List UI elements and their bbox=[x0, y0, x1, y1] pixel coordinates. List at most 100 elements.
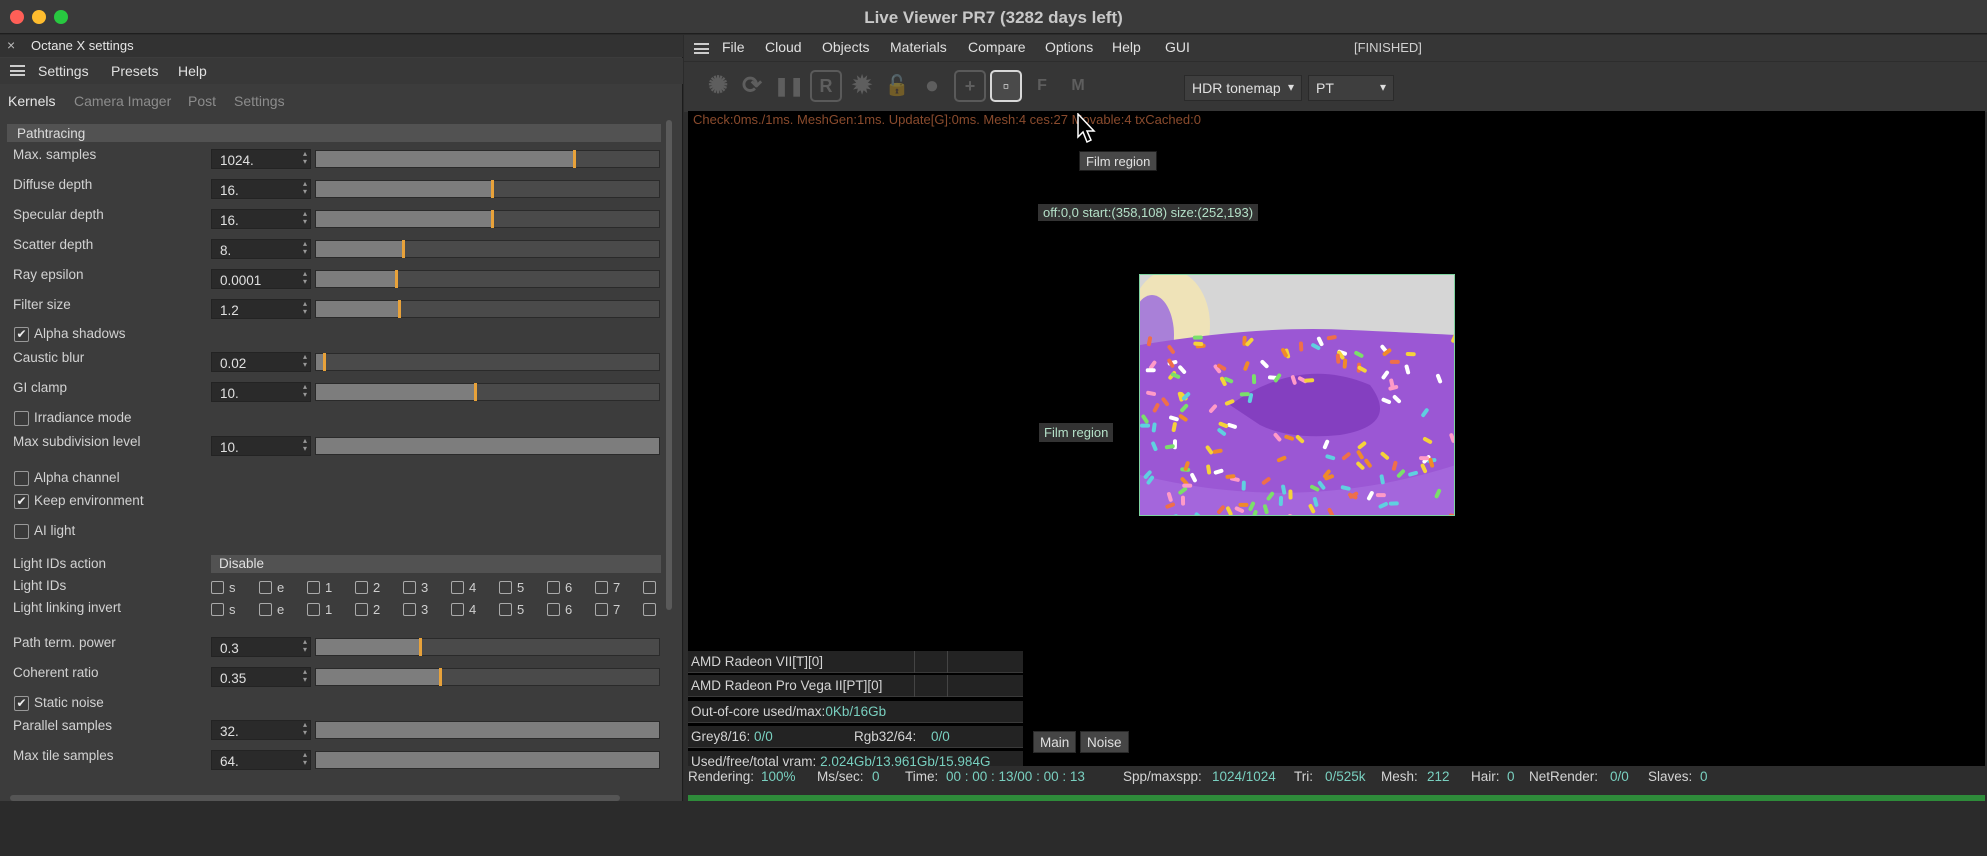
caustic-blur-field[interactable]: 0.02 bbox=[211, 352, 311, 372]
keep-environment-checkbox[interactable]: ✔ bbox=[14, 494, 29, 509]
max-samples-field[interactable]: 1024. bbox=[211, 149, 311, 169]
menu-objects[interactable]: Objects bbox=[822, 39, 869, 55]
close-icon[interactable]: × bbox=[7, 37, 15, 53]
gear-icon[interactable]: ✹ bbox=[846, 70, 878, 102]
light-linking-invert-checkbox-4[interactable] bbox=[451, 603, 464, 616]
slider-handle[interactable] bbox=[394, 270, 398, 288]
settings-scroll-area[interactable]: Pathtracing Max. samples 1024. Diffuse d… bbox=[7, 124, 661, 856]
slider-handle[interactable] bbox=[439, 668, 443, 686]
max-tile-samples-field[interactable]: 64. bbox=[211, 750, 311, 770]
slider-handle[interactable] bbox=[398, 300, 402, 318]
menu-settings[interactable]: Settings bbox=[38, 63, 89, 79]
slider-handle[interactable] bbox=[418, 638, 422, 656]
material-picker-icon[interactable]: M bbox=[1062, 70, 1094, 102]
light-linking-invert-checkbox-7[interactable] bbox=[595, 603, 608, 616]
max-samples-slider[interactable] bbox=[315, 150, 660, 168]
gi-clamp-slider[interactable] bbox=[315, 383, 660, 401]
hamburger-menu-icon[interactable] bbox=[694, 43, 709, 54]
light-linking-invert-checkbox-6[interactable] bbox=[547, 603, 560, 616]
focus-picker-icon[interactable]: F bbox=[1026, 70, 1058, 102]
menu-compare[interactable]: Compare bbox=[968, 39, 1026, 55]
settings-horizontal-scrollbar[interactable] bbox=[10, 795, 620, 801]
light-linking-invert-checkbox-3[interactable] bbox=[403, 603, 416, 616]
slider-handle[interactable] bbox=[490, 180, 494, 198]
tab-kernels[interactable]: Kernels bbox=[8, 93, 55, 109]
light-ids-checkbox-6[interactable] bbox=[547, 581, 560, 594]
specular-depth-field[interactable]: 16. bbox=[211, 209, 311, 229]
light-ids-checkbox-4[interactable] bbox=[451, 581, 464, 594]
light-ids-checkbox-e[interactable] bbox=[259, 581, 272, 594]
sphere-icon[interactable]: ● bbox=[916, 70, 948, 102]
slider-handle[interactable] bbox=[322, 353, 326, 371]
max-tile-samples-slider[interactable] bbox=[315, 751, 660, 769]
section-pathtracing[interactable]: Pathtracing bbox=[7, 124, 661, 142]
diffuse-depth-slider[interactable] bbox=[315, 180, 660, 198]
alpha-channel-checkbox[interactable] bbox=[14, 471, 29, 486]
light-linking-invert-checkbox-2[interactable] bbox=[355, 603, 368, 616]
slider-handle[interactable] bbox=[473, 383, 477, 401]
menu-gui[interactable]: GUI bbox=[1165, 39, 1190, 55]
tab-camera-imager[interactable]: Camera Imager bbox=[74, 93, 171, 109]
film-region-render[interactable] bbox=[1139, 274, 1455, 516]
path-term-power-slider[interactable] bbox=[315, 638, 660, 656]
static-noise-checkbox[interactable]: ✔ bbox=[14, 696, 29, 711]
light-linking-invert-checkbox-1[interactable] bbox=[307, 603, 320, 616]
lock-icon[interactable]: 🔓 bbox=[881, 70, 913, 102]
noise-button[interactable]: Noise bbox=[1080, 731, 1129, 753]
tab-settings[interactable]: Settings bbox=[234, 93, 285, 109]
ai-light-checkbox[interactable] bbox=[14, 524, 29, 539]
light-linking-invert-checkbox-8[interactable] bbox=[643, 603, 656, 616]
gpu-row[interactable]: AMD Radeon VII[T][0] bbox=[688, 651, 1023, 673]
coherent-ratio-slider[interactable] bbox=[315, 668, 660, 686]
ray-epsilon-slider[interactable] bbox=[315, 270, 660, 288]
light-ids-checkbox-5[interactable] bbox=[499, 581, 512, 594]
pause-icon[interactable]: ❚❚ bbox=[772, 70, 804, 102]
parallel-samples-slider[interactable] bbox=[315, 721, 660, 739]
filter-size-field[interactable]: 1.2 bbox=[211, 299, 311, 319]
light-ids-checkbox-s[interactable] bbox=[211, 581, 224, 594]
hamburger-menu-icon[interactable] bbox=[10, 65, 25, 76]
slider-handle[interactable] bbox=[573, 150, 577, 168]
gpu-row[interactable]: AMD Radeon Pro Vega II[PT][0] bbox=[688, 675, 1023, 697]
light-linking-invert-checkbox-e[interactable] bbox=[259, 603, 272, 616]
filter-size-slider[interactable] bbox=[315, 300, 660, 318]
light-ids-checkbox-7[interactable] bbox=[595, 581, 608, 594]
light-ids-checkbox-2[interactable] bbox=[355, 581, 368, 594]
light-ids-action-select[interactable]: Disable bbox=[211, 555, 661, 573]
menu-file[interactable]: File bbox=[722, 39, 745, 55]
menu-cloud[interactable]: Cloud bbox=[765, 39, 802, 55]
scrollbar-thumb[interactable] bbox=[666, 120, 672, 610]
menu-help[interactable]: Help bbox=[1112, 39, 1141, 55]
restart-icon[interactable]: ⟳ bbox=[736, 70, 768, 102]
diffuse-depth-field[interactable]: 16. bbox=[211, 179, 311, 199]
main-button[interactable]: Main bbox=[1033, 731, 1077, 753]
light-linking-invert-checkbox-s[interactable] bbox=[211, 603, 224, 616]
max-subdivision-field[interactable]: 10. bbox=[211, 436, 311, 456]
gi-clamp-field[interactable]: 10. bbox=[211, 382, 311, 402]
aperture-icon[interactable]: ✺ bbox=[702, 70, 734, 102]
slider-handle[interactable] bbox=[401, 240, 405, 258]
coherent-ratio-field[interactable]: 0.35 bbox=[211, 667, 311, 687]
parallel-samples-field[interactable]: 32. bbox=[211, 720, 311, 740]
menu-options[interactable]: Options bbox=[1045, 39, 1093, 55]
kernel-select[interactable]: PT bbox=[1308, 75, 1394, 101]
menu-presets[interactable]: Presets bbox=[111, 63, 158, 79]
irradiance-mode-checkbox[interactable] bbox=[14, 411, 29, 426]
menu-help[interactable]: Help bbox=[178, 63, 207, 79]
alpha-shadows-checkbox[interactable]: ✔ bbox=[14, 327, 29, 342]
light-ids-checkbox-1[interactable] bbox=[307, 581, 320, 594]
r-icon[interactable]: R bbox=[810, 70, 842, 102]
menu-materials[interactable]: Materials bbox=[890, 39, 947, 55]
add-region-icon[interactable]: + bbox=[954, 70, 986, 102]
scatter-depth-slider[interactable] bbox=[315, 240, 660, 258]
path-term-power-field[interactable]: 0.3 bbox=[211, 637, 311, 657]
render-viewport[interactable]: Check:0ms./1ms. MeshGen:1ms. Update[G]:0… bbox=[688, 111, 1985, 773]
slider-handle[interactable] bbox=[490, 210, 494, 228]
max-subdivision-slider[interactable] bbox=[315, 437, 660, 455]
specular-depth-slider[interactable] bbox=[315, 210, 660, 228]
light-ids-checkbox-3[interactable] bbox=[403, 581, 416, 594]
scatter-depth-field[interactable]: 8. bbox=[211, 239, 311, 259]
tab-post[interactable]: Post bbox=[188, 93, 216, 109]
light-linking-invert-checkbox-5[interactable] bbox=[499, 603, 512, 616]
tonemap-select[interactable]: HDR tonemap bbox=[1184, 75, 1302, 101]
